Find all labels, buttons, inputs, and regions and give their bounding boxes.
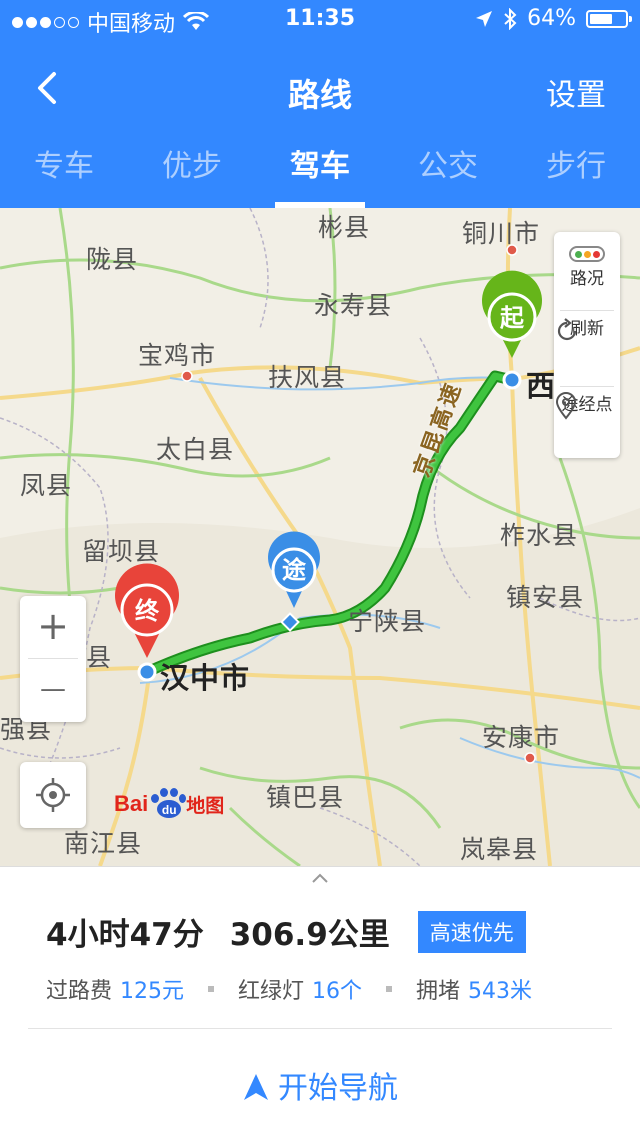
tab-walk[interactable]: 步行 (512, 140, 640, 208)
traffic-label: 路况 (570, 269, 604, 289)
tab-transit[interactable]: 公交 (384, 140, 512, 208)
battery-percent: 64% (527, 6, 576, 31)
chevron-up-icon[interactable] (310, 871, 330, 885)
paw-icon: du (149, 788, 187, 820)
map-label-hanzhong: 汉中市 (160, 661, 251, 695)
start-pin[interactable]: 起 (482, 270, 542, 358)
tab-uber[interactable]: 优步 (128, 140, 256, 208)
refresh-button[interactable]: 刷新 (554, 314, 620, 384)
map-label-langao: 岚皋县 (460, 835, 539, 864)
separator-dot (208, 986, 215, 992)
congestion-label: 拥堵 (416, 979, 461, 1004)
locate-crosshair-icon (36, 778, 70, 812)
locate-button[interactable] (20, 762, 86, 828)
refresh-icon (557, 318, 577, 341)
route-details: 过路费 125元 红绿灯 16个 拥堵 543米 (46, 973, 532, 1005)
map-label-yongshou: 永寿县 (314, 291, 393, 320)
map-label-fufeng: 扶风县 (268, 363, 347, 392)
bluetooth-icon (504, 7, 517, 30)
map-control-stack: 路况 刷新 途经点 (554, 232, 620, 458)
route-summary: 4小时47分 306.9公里 高速优先 (46, 909, 526, 954)
map-label-fengxian: 凤县 (20, 471, 73, 500)
map-label-mianxian-partial: 县 (86, 643, 113, 672)
toll-label: 过路费 (46, 979, 113, 1004)
baidu-map-logo: Bai du 地图 (114, 788, 224, 820)
settings-button[interactable]: 设置 (546, 70, 606, 114)
transport-mode-tabs: 专车 优步 驾车 公交 步行 (0, 140, 640, 208)
map-label-tongchuan: 铜川市 (462, 219, 541, 248)
map-label-zhashui: 柞水县 (500, 521, 579, 550)
route-summary-panel: 4小时47分 306.9公里 高速优先 过路费 125元 红绿灯 16个 拥堵 … (0, 866, 640, 1137)
map-label-nanjiang: 南江县 (64, 829, 143, 858)
page-title: 路线 (287, 76, 352, 114)
location-arrow-icon (476, 10, 493, 27)
start-point-dot (502, 370, 522, 390)
zoom-control: + — (20, 596, 86, 722)
map-label-zhenba: 镇巴县 (266, 783, 345, 812)
nav-bar: 路线 设置 (0, 40, 640, 140)
route-duration: 4小时47分 (46, 917, 204, 953)
route-preference-badge: 高速优先 (417, 910, 526, 953)
congestion-value: 543米 (468, 979, 533, 1004)
tab-special-car[interactable]: 专车 (0, 140, 128, 208)
status-bar: 中国移动 11:35 64% (0, 0, 640, 40)
traffic-lights-value: 16个 (312, 979, 363, 1004)
toll-value: 125元 (120, 979, 185, 1004)
traffic-light-icon (569, 246, 605, 262)
traffic-button[interactable]: 路况 (554, 238, 620, 308)
end-point-dot (137, 662, 157, 682)
route-distance: 306.9公里 (229, 917, 390, 953)
map-label-baoji: 宝鸡市 (138, 341, 217, 370)
navigation-arrow-icon (244, 1074, 268, 1100)
map-label-taibai: 太白县 (156, 435, 235, 464)
separator-dot (386, 986, 393, 992)
map-label-binxian: 彬县 (318, 213, 371, 242)
location-pin-icon (555, 392, 577, 420)
divider (28, 1028, 612, 1029)
traffic-lights-label: 红绿灯 (238, 979, 305, 1004)
svg-text:起: 起 (499, 304, 525, 332)
map-label-ankang: 安康市 (482, 723, 561, 752)
battery-icon (586, 9, 632, 28)
route-map[interactable]: 起 途 终 彬县 铜川市 陇县 永寿县 宝鸡市 扶风县 西安市 太白县 凤县 柞… (0, 208, 640, 866)
tab-drive[interactable]: 驾车 (256, 140, 384, 208)
map-label-liuba: 留坝县 (82, 537, 161, 566)
zoom-out-button[interactable]: — (20, 659, 86, 721)
map-label-zhenan: 镇安县 (506, 583, 585, 612)
zoom-in-button[interactable]: + (20, 596, 86, 658)
map-label-ningshan: 宁陕县 (348, 607, 427, 636)
waypoint-button[interactable]: 途经点 (554, 390, 620, 456)
map-label-longxian: 陇县 (86, 245, 139, 274)
start-navigation-button[interactable]: 开始导航 (0, 1063, 640, 1107)
svg-text:终: 终 (135, 597, 160, 625)
svg-text:途: 途 (282, 556, 307, 584)
start-navigation-label: 开始导航 (278, 1071, 398, 1106)
